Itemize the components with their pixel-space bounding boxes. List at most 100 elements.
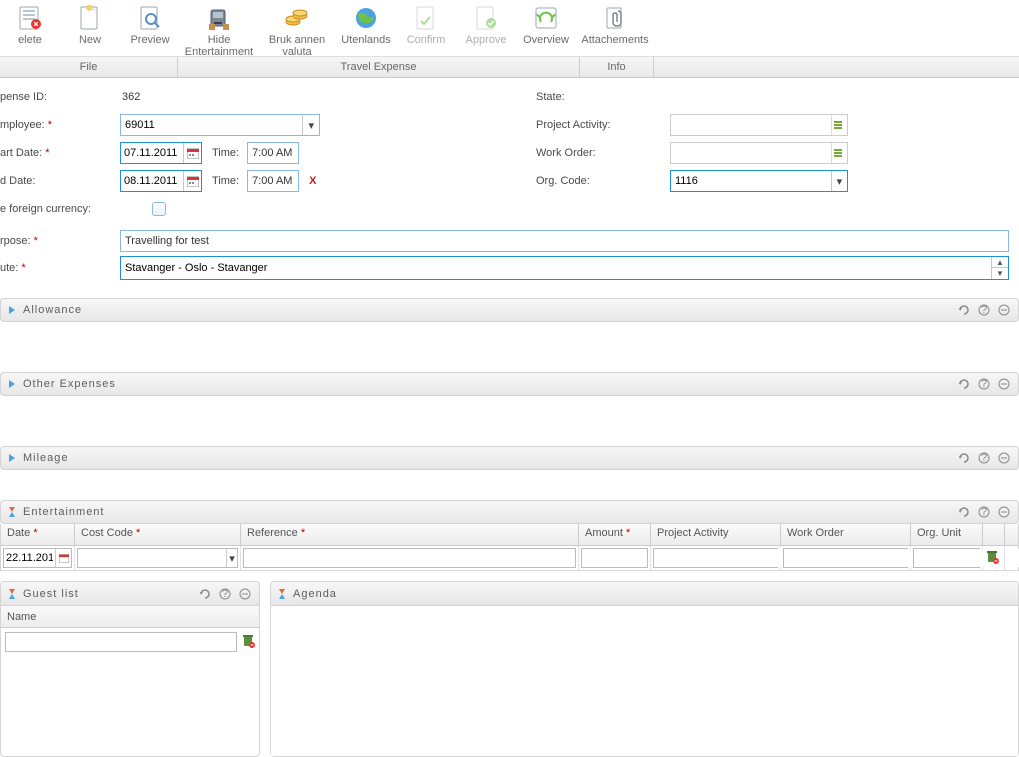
start-time-input[interactable]	[247, 142, 299, 164]
form-area: pense ID: 362 mployee: * ▾ art Date: * T…	[0, 78, 1019, 226]
purpose-input[interactable]	[120, 230, 1009, 252]
panel-header-allowance[interactable]: Allowance ?	[0, 298, 1019, 322]
row-cost-code-input[interactable]	[78, 549, 226, 567]
agenda-body[interactable]	[271, 606, 1018, 756]
globe-icon	[352, 4, 380, 32]
attachment-icon	[601, 4, 629, 32]
panel-header-mileage[interactable]: Mileage ?	[0, 446, 1019, 470]
row-delete-button[interactable]	[985, 550, 1001, 566]
row-end-date: d Date: Time: X	[0, 170, 536, 192]
cell-reference	[241, 546, 579, 570]
svg-text:?: ?	[981, 304, 987, 316]
row-cost-code-combo[interactable]: ▾	[77, 548, 238, 568]
overview-icon	[532, 4, 560, 32]
row-amount-input[interactable]	[581, 548, 648, 568]
spin-down-button[interactable]: ▼	[992, 268, 1008, 279]
spin-up-button[interactable]: ▲	[992, 257, 1008, 268]
row-pa-lookup[interactable]	[653, 548, 778, 568]
row-wo-input[interactable]	[784, 549, 932, 567]
calendar-icon[interactable]	[183, 143, 201, 163]
lookup-icon[interactable]	[831, 115, 847, 135]
row-wo-lookup[interactable]	[783, 548, 908, 568]
refresh-icon[interactable]	[197, 586, 213, 602]
preview-button[interactable]: Preview	[120, 2, 180, 56]
guest-row	[1, 628, 259, 656]
refresh-icon[interactable]	[956, 302, 972, 318]
label-end-date: d Date:	[0, 175, 116, 187]
project-activity-lookup[interactable]	[670, 114, 848, 136]
end-date-picker[interactable]	[120, 170, 202, 192]
abroad-button[interactable]: Utenlands	[336, 2, 396, 56]
delete-button[interactable]: elete	[0, 2, 60, 56]
help-icon[interactable]: ?	[976, 376, 992, 392]
confirm-icon	[412, 4, 440, 32]
new-button[interactable]: New	[60, 2, 120, 56]
panel-header-other-expenses[interactable]: Other Expenses ?	[0, 372, 1019, 396]
ribbon-group-travel: Travel Expense	[178, 57, 580, 77]
row-org-code: Org. Code: ▾	[536, 170, 1009, 192]
panel-actions: ?	[956, 450, 1012, 466]
row-pa-input[interactable]	[654, 549, 802, 567]
label-start-date: art Date: *	[0, 147, 116, 159]
org-code-combo[interactable]: ▾	[670, 170, 848, 192]
route-input[interactable]	[121, 257, 991, 279]
collapse-icon[interactable]	[996, 302, 1012, 318]
svg-text:?: ?	[981, 506, 987, 518]
guest-row-delete-button[interactable]	[241, 634, 255, 651]
refresh-icon[interactable]	[956, 376, 972, 392]
overview-label: Overview	[523, 34, 569, 46]
row-state: State:	[536, 86, 1009, 108]
cell-org-unit: ▾	[911, 546, 983, 570]
lookup-icon[interactable]	[831, 143, 847, 163]
label-work-order: Work Order:	[536, 147, 666, 159]
panel-header-agenda[interactable]: Agenda	[271, 582, 1018, 606]
row-date-picker[interactable]	[3, 548, 72, 568]
overview-button[interactable]: Overview	[516, 2, 576, 56]
end-date-input[interactable]	[121, 171, 183, 191]
work-order-input[interactable]	[671, 143, 831, 163]
employee-input[interactable]	[121, 115, 302, 135]
currency-button[interactable]: Bruk annen valuta	[258, 2, 336, 56]
grid-row: ▾	[1, 546, 1018, 570]
row-reference-input[interactable]	[243, 548, 576, 568]
dropdown-icon[interactable]: ▾	[831, 171, 847, 191]
employee-combo[interactable]: ▾	[120, 114, 320, 136]
row-ou-combo[interactable]: ▾	[913, 548, 980, 568]
clear-end-date-button[interactable]: X	[303, 175, 322, 187]
label-employee: mployee: *	[0, 119, 116, 131]
start-date-picker[interactable]	[120, 142, 202, 164]
guest-name-input[interactable]	[5, 632, 237, 652]
approve-button: Approve	[456, 2, 516, 56]
help-icon[interactable]: ?	[976, 450, 992, 466]
start-date-input[interactable]	[121, 143, 183, 163]
route-spinner[interactable]: ▲ ▼	[120, 256, 1009, 280]
dropdown-icon[interactable]: ▾	[302, 115, 319, 135]
end-time-input[interactable]	[247, 170, 299, 192]
org-code-input[interactable]	[671, 171, 831, 191]
dropdown-icon[interactable]: ▾	[226, 549, 237, 567]
refresh-icon[interactable]	[956, 450, 972, 466]
row-start-date: art Date: * Time:	[0, 142, 536, 164]
foreign-currency-checkbox[interactable]	[152, 202, 166, 216]
calendar-icon[interactable]	[183, 171, 201, 191]
row-date-input[interactable]	[4, 549, 55, 567]
attachments-button[interactable]: Attachements	[576, 2, 654, 56]
panel-title: Allowance	[23, 304, 956, 316]
collapse-icon[interactable]	[237, 586, 253, 602]
panel-header-guest-list[interactable]: Guest list ?	[1, 582, 259, 606]
calendar-icon[interactable]	[55, 549, 71, 567]
help-icon[interactable]: ?	[976, 302, 992, 318]
panel-header-entertainment[interactable]: Entertainment ?	[0, 500, 1019, 524]
help-icon[interactable]: ?	[976, 504, 992, 520]
work-order-lookup[interactable]	[670, 142, 848, 164]
col-project-activity: Project Activity	[651, 524, 781, 545]
help-icon[interactable]: ?	[217, 586, 233, 602]
collapse-icon[interactable]	[996, 450, 1012, 466]
collapse-icon[interactable]	[996, 504, 1012, 520]
row-purpose: rpose: *	[0, 230, 1019, 252]
delete-icon	[16, 4, 44, 32]
hide-entertainment-button[interactable]: Hide Entertainment	[180, 2, 258, 56]
collapse-icon[interactable]	[996, 376, 1012, 392]
project-activity-input[interactable]	[671, 115, 831, 135]
refresh-icon[interactable]	[956, 504, 972, 520]
